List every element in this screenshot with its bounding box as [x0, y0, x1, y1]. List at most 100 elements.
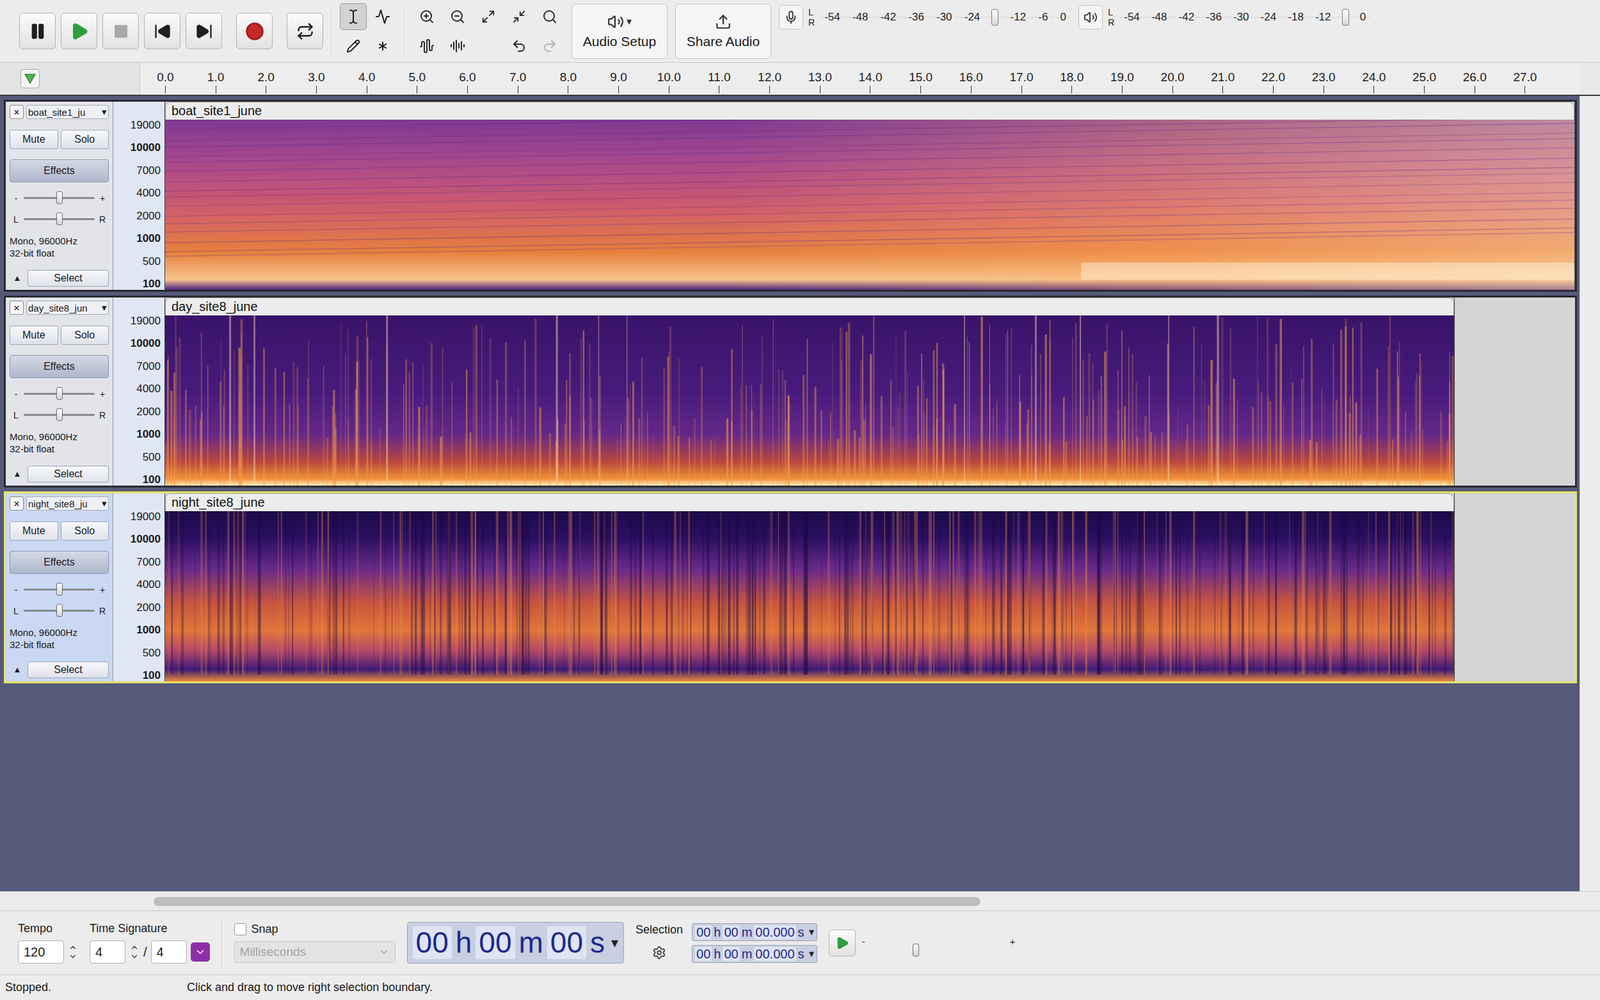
- effects-button[interactable]: Effects: [9, 355, 109, 379]
- volume-slider-thumb[interactable]: [991, 8, 999, 26]
- mute-button[interactable]: Mute: [9, 521, 59, 541]
- envelope-tool-button[interactable]: [369, 3, 397, 31]
- selection-start-digits[interactable]: 00: [722, 925, 740, 940]
- zoom-out-button[interactable]: [443, 3, 472, 31]
- solo-button[interactable]: Solo: [60, 129, 110, 150]
- time-digits[interactable]: 00: [412, 926, 452, 960]
- record-meter-button[interactable]: [778, 5, 804, 30]
- ruler-track[interactable]: 0.01.02.03.04.05.06.07.08.09.010.011.012…: [140, 62, 1580, 95]
- time-signature-spinner[interactable]: [129, 943, 140, 962]
- skip-end-button[interactable]: [185, 12, 223, 50]
- draw-tool-button[interactable]: [339, 32, 367, 60]
- time-signature-dropdown[interactable]: [190, 942, 210, 962]
- gain-slider-thumb[interactable]: [56, 583, 63, 596]
- select-track-button[interactable]: Select: [27, 465, 109, 483]
- snap-checkbox-row[interactable]: Snap: [234, 922, 396, 937]
- selection-end-arrow[interactable]: ▾: [808, 947, 815, 960]
- undo-button[interactable]: [504, 32, 534, 60]
- fit-project-button[interactable]: [504, 3, 534, 31]
- selection-settings-button[interactable]: [649, 943, 669, 963]
- time-digits[interactable]: 00: [475, 926, 515, 960]
- pan-slider-track[interactable]: [23, 414, 95, 416]
- time-display[interactable]: 00h00m00s▾: [407, 922, 624, 964]
- track-menu-button[interactable]: boat_site1_ju▾: [26, 104, 109, 120]
- tracks-panel[interactable]: ×boat_site1_ju▾MuteSoloEffects-+LRMono, …: [0, 96, 1580, 892]
- collapse-button[interactable]: ▲: [9, 270, 25, 287]
- time-signature-upper[interactable]: 4: [89, 940, 126, 964]
- spectrogram-view[interactable]: [165, 511, 1455, 682]
- share-audio-button[interactable]: Share Audio: [675, 3, 772, 59]
- horizontal-scroll-thumb[interactable]: [153, 897, 981, 907]
- select-track-button[interactable]: Select: [27, 270, 109, 287]
- audio-clip[interactable]: day_site8_june: [165, 297, 1455, 486]
- loop-button[interactable]: [286, 12, 324, 50]
- track-header[interactable]: ×day_site8_jun▾MuteSoloEffects-+LRMono, …: [5, 297, 114, 486]
- selection-end-digits[interactable]: 00.000: [753, 947, 796, 962]
- pan-slider-thumb[interactable]: [56, 408, 63, 422]
- record-button[interactable]: [236, 12, 273, 50]
- track[interactable]: ×night_site8_ju▾MuteSoloEffects-+LRMono,…: [3, 491, 1577, 684]
- spectrogram-view[interactable]: [165, 119, 1575, 290]
- audio-clip[interactable]: boat_site1_june: [165, 101, 1576, 290]
- trim-button[interactable]: [412, 32, 441, 60]
- pan-slider-track[interactable]: [23, 609, 95, 612]
- clip-area[interactable]: boat_site1_june: [165, 101, 1576, 290]
- play-button[interactable]: [60, 12, 98, 50]
- snap-checkbox[interactable]: [234, 923, 247, 936]
- zoom-toggle-button[interactable]: [535, 3, 564, 31]
- gain-slider-track[interactable]: [23, 588, 95, 591]
- gain-slider-track[interactable]: [23, 392, 95, 395]
- selection-start-arrow[interactable]: ▾: [808, 926, 815, 939]
- pan-slider-thumb[interactable]: [56, 604, 63, 617]
- track-menu-button[interactable]: night_site8_ju▾: [26, 496, 109, 511]
- solo-button[interactable]: Solo: [60, 521, 110, 541]
- close-track-button[interactable]: ×: [9, 104, 24, 120]
- vertical-scrollbar[interactable]: [1579, 96, 1600, 892]
- gain-slider-thumb[interactable]: [56, 191, 63, 205]
- silence-button[interactable]: [443, 32, 472, 60]
- selection-end-field[interactable]: 00h00m00.000s▾: [691, 945, 817, 964]
- horizontal-scroll-track[interactable]: [153, 897, 1580, 907]
- clip-header[interactable]: day_site8_june: [165, 297, 1455, 316]
- spectrogram-view[interactable]: [165, 315, 1455, 486]
- collapse-button[interactable]: ▲: [9, 661, 25, 679]
- volume-slider-thumb[interactable]: [1342, 8, 1350, 26]
- clip-area[interactable]: day_site8_june: [165, 297, 1576, 486]
- skip-start-button[interactable]: [144, 12, 181, 50]
- playback-meter-button[interactable]: [1078, 5, 1103, 30]
- track-header[interactable]: ×boat_site1_ju▾MuteSoloEffects-+LRMono, …: [5, 101, 114, 290]
- audio-clip[interactable]: night_site8_june: [165, 493, 1455, 682]
- clip-header[interactable]: boat_site1_june: [165, 101, 1575, 120]
- zoom-in-button[interactable]: [412, 3, 441, 31]
- effects-button[interactable]: Effects: [9, 551, 109, 575]
- select-tool-button[interactable]: [339, 3, 367, 31]
- time-digits[interactable]: 00: [547, 926, 587, 960]
- fit-selection-button[interactable]: [474, 3, 503, 31]
- selection-start-digits[interactable]: 00.000: [753, 925, 796, 940]
- gain-slider-thumb[interactable]: [56, 387, 63, 400]
- selection-end-digits[interactable]: 00: [722, 947, 740, 962]
- clip-area[interactable]: night_site8_june: [165, 493, 1576, 682]
- selection-start-digits[interactable]: 00: [695, 925, 712, 940]
- tempo-spinner[interactable]: [67, 943, 79, 962]
- timeline-options-button[interactable]: [20, 69, 40, 89]
- track[interactable]: ×day_site8_jun▾MuteSoloEffects-+LRMono, …: [3, 295, 1577, 488]
- track-menu-button[interactable]: day_site8_jun▾: [26, 300, 109, 315]
- pause-button[interactable]: [19, 12, 56, 50]
- selection-end-digits[interactable]: 00: [695, 947, 712, 962]
- play-speed-slider[interactable]: -+: [862, 936, 1016, 950]
- mute-button[interactable]: Mute: [9, 325, 59, 345]
- gain-slider-track[interactable]: [23, 197, 95, 200]
- close-track-button[interactable]: ×: [9, 496, 24, 511]
- time-signature-lower[interactable]: 4: [151, 940, 187, 964]
- effects-button[interactable]: Effects: [9, 159, 109, 183]
- solo-button[interactable]: Solo: [60, 325, 110, 345]
- tempo-field[interactable]: 120: [17, 940, 64, 964]
- track[interactable]: ×boat_site1_ju▾MuteSoloEffects-+LRMono, …: [3, 99, 1577, 292]
- selection-start-field[interactable]: 00h00m00.000s▾: [691, 923, 817, 942]
- close-track-button[interactable]: ×: [9, 300, 24, 315]
- play-at-speed-button[interactable]: [828, 929, 856, 957]
- play-speed-thumb[interactable]: [912, 944, 920, 957]
- collapse-button[interactable]: ▲: [9, 465, 25, 483]
- track-header[interactable]: ×night_site8_ju▾MuteSoloEffects-+LRMono,…: [5, 493, 114, 682]
